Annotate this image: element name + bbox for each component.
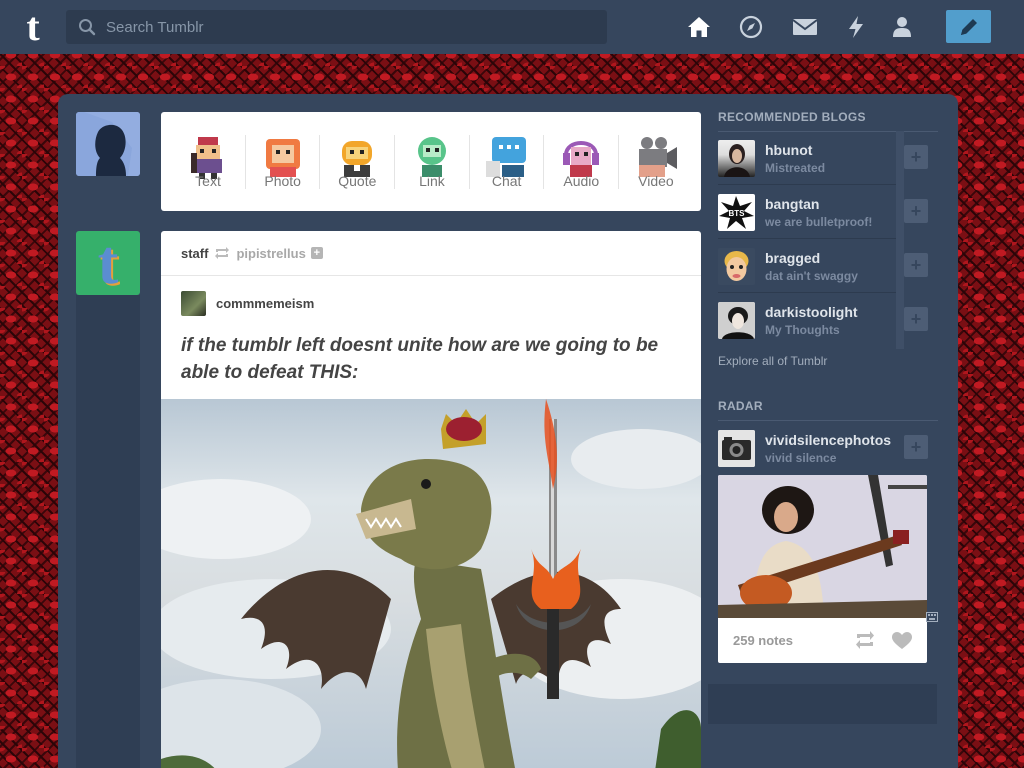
staff-logo-letter: t xyxy=(97,231,119,295)
post-type-label: Audio xyxy=(563,172,600,189)
radar-photo-guitarist[interactable] xyxy=(718,475,927,618)
home-icon[interactable] xyxy=(686,14,712,40)
post-type-label: Photo xyxy=(264,172,301,189)
blog-avatar[interactable] xyxy=(718,429,755,467)
recommended-blog-row[interactable]: darkistoolight My Thoughts + xyxy=(718,295,938,345)
recommended-blogs-heading: RECOMMENDED BLOGS xyxy=(718,110,938,132)
separator xyxy=(394,134,396,189)
radar-heading: RADAR xyxy=(718,399,938,421)
dashboard-post: staff pipistrellus + commmemeism if the … xyxy=(161,231,701,768)
blog-name[interactable]: darkistoolight xyxy=(765,304,900,320)
follow-source-button[interactable]: + xyxy=(310,247,323,259)
blog-name[interactable]: vividsilencephotos xyxy=(765,432,900,448)
separator xyxy=(244,134,246,189)
radar-post-card: 259 notes xyxy=(718,475,927,663)
post-type-label: Text xyxy=(195,172,221,189)
staff-blog-avatar[interactable]: t xyxy=(76,231,140,295)
post-type-text[interactable]: Text xyxy=(183,135,233,189)
pencil-icon xyxy=(960,18,977,35)
recommended-blog-row[interactable]: hbunot Mistreated + xyxy=(718,133,938,183)
keyboard-shortcuts-icon[interactable] xyxy=(926,612,938,622)
post-type-label: Chat xyxy=(491,172,522,189)
post-type-chat[interactable]: Chat xyxy=(482,135,532,189)
post-type-label: Link xyxy=(419,172,445,189)
post-header: staff pipistrellus + xyxy=(161,231,701,276)
blog-avatar[interactable] xyxy=(718,247,755,285)
separator xyxy=(319,134,321,189)
separator xyxy=(468,134,470,189)
explore-all-link[interactable]: Explore all of Tumblr xyxy=(718,354,827,368)
search-box[interactable] xyxy=(66,10,607,44)
blog-name[interactable]: bangtan xyxy=(765,196,900,212)
follow-blog-button[interactable]: + xyxy=(904,145,928,169)
activity-lightning-icon[interactable] xyxy=(843,14,869,40)
post-type-selector: Text Photo Quote Link Chat Audio Video xyxy=(161,112,701,211)
blog-name[interactable]: hbunot xyxy=(765,142,900,158)
reblog-icon xyxy=(214,247,230,259)
divider xyxy=(718,184,896,185)
compose-post-button[interactable] xyxy=(946,10,991,43)
blog-description: My Thoughts xyxy=(765,322,840,337)
reblogger-name-link[interactable]: commmemeism xyxy=(216,296,314,311)
top-navigation-bar: t xyxy=(0,0,1024,54)
reblogger-avatar[interactable] xyxy=(181,291,206,316)
separator xyxy=(618,134,620,189)
blog-avatar[interactable] xyxy=(718,301,755,339)
post-type-label: Quote xyxy=(338,172,377,189)
blog-name[interactable]: bragged xyxy=(765,250,900,266)
radar-blog-row[interactable]: vividsilencephotos vivid silence + xyxy=(718,423,938,473)
blog-description: we are bulletproof! xyxy=(765,214,873,229)
recommended-blog-row[interactable]: bragged dat ain't swaggy + xyxy=(718,241,938,291)
separator xyxy=(543,134,545,189)
reblog-button[interactable] xyxy=(854,630,876,653)
follow-blog-button[interactable]: + xyxy=(904,435,928,459)
post-type-label: Video xyxy=(638,172,674,189)
post-type-link[interactable]: Link xyxy=(407,135,457,189)
divider xyxy=(718,238,896,239)
post-type-quote[interactable]: Quote xyxy=(332,135,382,189)
blog-description: vivid silence xyxy=(765,450,837,465)
follow-blog-button[interactable]: + xyxy=(904,307,928,331)
follow-blog-button[interactable]: + xyxy=(904,253,928,277)
like-heart-button[interactable] xyxy=(891,631,913,653)
divider xyxy=(718,292,896,293)
blog-description: dat ain't swaggy xyxy=(765,268,858,283)
reblog-attribution: commmemeism xyxy=(161,276,701,316)
post-image-winged-dinosaur[interactable] xyxy=(161,399,701,768)
post-type-audio[interactable]: Audio xyxy=(556,135,606,189)
post-source-link[interactable]: pipistrellus xyxy=(236,246,305,261)
post-type-video[interactable]: Video xyxy=(631,135,681,189)
sidebar-bottom-block xyxy=(708,684,937,724)
recommended-blog-row[interactable]: BTS bangtan we are bulletproof! + xyxy=(718,187,938,237)
post-author-link[interactable]: staff xyxy=(181,246,208,261)
svg-text:BTS: BTS xyxy=(729,209,746,218)
tumblr-logo[interactable]: t xyxy=(16,7,50,47)
post-avatar-rail xyxy=(76,295,140,768)
explore-compass-icon[interactable] xyxy=(738,14,764,40)
blog-description: Mistreated xyxy=(765,160,826,175)
account-person-icon[interactable] xyxy=(889,14,915,40)
post-type-photo[interactable]: Photo xyxy=(258,135,308,189)
inbox-mail-icon[interactable] xyxy=(792,14,818,40)
blog-avatar[interactable]: BTS xyxy=(718,193,755,231)
radar-footer: 259 notes xyxy=(718,618,927,663)
follow-blog-button[interactable]: + xyxy=(904,199,928,223)
user-avatar[interactable] xyxy=(76,112,140,176)
post-body-text: if the tumblr left doesnt unite how are … xyxy=(181,335,659,383)
blog-avatar[interactable] xyxy=(718,139,755,177)
search-input[interactable] xyxy=(106,18,576,36)
notes-count[interactable]: 259 notes xyxy=(733,633,793,648)
search-icon xyxy=(79,19,96,36)
